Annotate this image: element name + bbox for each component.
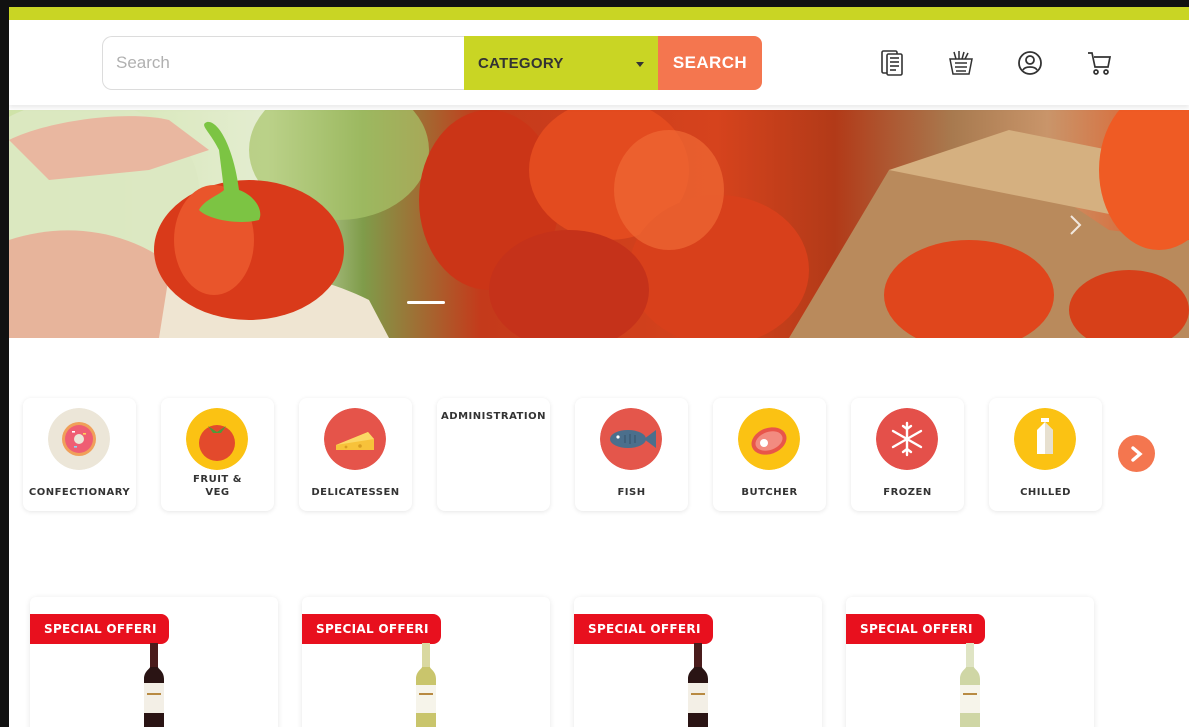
category-label: FROZEN [883,487,932,498]
milk-carton-icon [1014,408,1076,470]
cheese-icon [324,408,386,470]
category-butcher[interactable]: BUTCHER [713,398,826,511]
chevron-right-icon [1130,445,1143,462]
category-delicatessen[interactable]: DELICATESSEN [299,398,412,511]
search-button[interactable]: SEARCH [658,36,762,90]
slider-indicator[interactable] [407,301,445,304]
category-fish[interactable]: FISH [575,398,688,511]
wine-bottle-image [144,643,164,727]
window-frame-top [0,0,1189,7]
category-label: BUTCHER [741,487,798,498]
receipt-icon[interactable] [877,48,907,78]
donut-icon [48,408,110,470]
category-label: DELICATESSEN [311,487,400,498]
slider-next-icon[interactable] [1069,214,1083,236]
category-label: CONFECTIONARY [28,487,131,498]
search-bar: CATEGORY SEARCH [102,36,764,90]
category-label: FISH [617,487,646,498]
hero-image [9,110,1189,338]
category-label: FRUIT & VEG [193,474,242,498]
site-header: CATEGORY SEARCH [9,20,1189,105]
product-card[interactable]: SPECIAL OFFERI [574,597,822,727]
caret-down-icon [636,62,644,67]
special-offer-badge: SPECIAL OFFERI [574,614,713,644]
hero-banner-peppers[interactable] [9,110,1189,338]
special-offer-badge: SPECIAL OFFERI [30,614,169,644]
search-input[interactable] [102,36,464,90]
category-dropdown-label: CATEGORY [478,54,564,72]
snowflake-icon [876,408,938,470]
category-fruit-veg[interactable]: FRUIT & VEG [161,398,274,511]
category-chilled[interactable]: CHILLED [989,398,1102,511]
tomato-icon [186,408,248,470]
category-carousel: CONFECTIONARY FRUIT & VEG DELICATESSEN A… [23,398,1127,511]
category-next-button[interactable] [1118,435,1155,472]
header-icon-group [877,48,1153,78]
product-grid: SPECIAL OFFERI SPECIAL OFFERI SPECIAL OF… [30,597,1118,727]
fish-icon [600,408,662,470]
user-icon[interactable] [1015,48,1045,78]
product-card[interactable]: SPECIAL OFFERI [30,597,278,727]
category-confectionary[interactable]: CONFECTIONARY [23,398,136,511]
special-offer-badge: SPECIAL OFFERI [302,614,441,644]
wine-bottle-image [416,643,436,727]
category-dropdown[interactable]: CATEGORY [464,36,658,90]
top-accent-bar [9,7,1189,20]
category-label: ADMINISTRATION [441,411,546,422]
special-offer-badge: SPECIAL OFFERI [846,614,985,644]
product-card[interactable]: SPECIAL OFFERI [302,597,550,727]
category-label: CHILLED [1020,487,1071,498]
wine-bottle-image [688,643,708,727]
steak-icon [738,408,800,470]
category-administration[interactable]: ADMINISTRATION [437,398,550,511]
product-card[interactable]: SPECIAL OFFERI [846,597,1094,727]
window-frame-left [0,0,9,727]
category-frozen[interactable]: FROZEN [851,398,964,511]
wine-bottle-image [960,643,980,727]
basket-icon[interactable] [946,48,976,78]
cart-icon[interactable] [1084,48,1114,78]
